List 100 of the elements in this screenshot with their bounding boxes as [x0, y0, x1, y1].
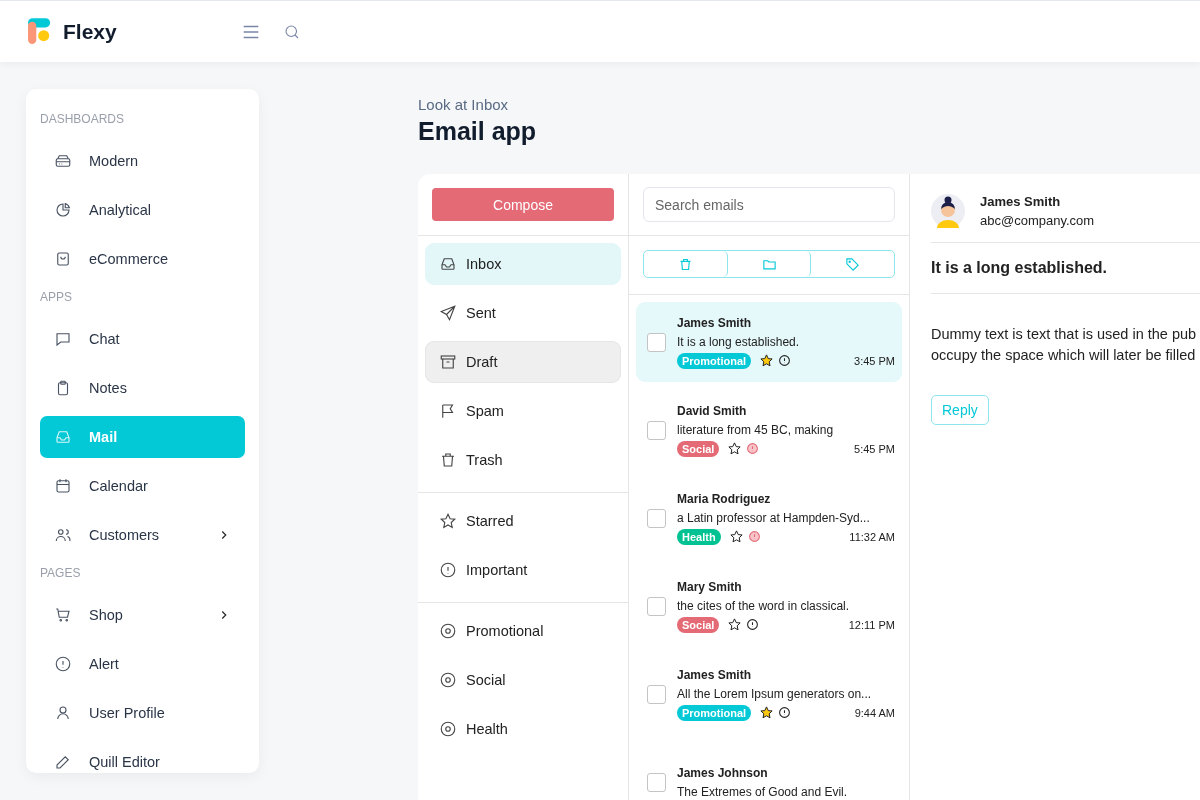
folder-item[interactable]: Important [425, 549, 621, 591]
calendar-icon [54, 477, 72, 495]
target-icon [439, 622, 457, 640]
sender-name: James Smith [980, 194, 1062, 209]
sidebar-item[interactable]: Analytical [40, 189, 245, 231]
sidebar-item[interactable]: Notes [40, 367, 245, 409]
alert-icon [54, 655, 72, 673]
alert-icon[interactable] [778, 706, 792, 719]
sidebar-item[interactable]: Quill Editor [40, 741, 245, 773]
flag-icon [439, 402, 457, 420]
email-body-line: Dummy text is text that is used in the pub [931, 325, 1198, 344]
email-row[interactable]: James Johnson The Extremes of Good and Evil. [636, 742, 902, 800]
star-icon[interactable] [759, 705, 775, 720]
email-time: 12:11 PM [848, 618, 895, 631]
checkbox[interactable] [647, 772, 666, 792]
trash-icon [439, 451, 457, 469]
target-icon [439, 671, 457, 689]
page-title: Email app [418, 117, 538, 146]
email-time: 5:45 PM [854, 442, 895, 455]
avatar [931, 194, 965, 228]
category-tag: Promotional [677, 352, 752, 369]
folder-item[interactable]: Starred [425, 500, 621, 542]
folder-item[interactable]: Draft [425, 341, 621, 383]
section-heading: PAGES [40, 565, 82, 582]
folder-item[interactable]: Sent [425, 292, 621, 334]
sidebar-item[interactable]: eCommerce [40, 238, 245, 280]
tag-icon [845, 256, 861, 272]
send-icon [439, 304, 457, 322]
email-row[interactable]: David Smith literature from 45 BC, making Social 5:45 PM [636, 390, 902, 470]
folder-item[interactable]: Promotional [425, 610, 621, 652]
folder-item[interactable]: Social [425, 659, 621, 701]
email-body-line: occupy the space which will later be filled [931, 346, 1197, 365]
sender-name: Maria Rodriguez [677, 491, 772, 506]
sidebar-item[interactable]: Modern [40, 140, 245, 182]
email-excerpt: literature from 45 BC, making [677, 422, 835, 437]
folder-item[interactable]: Inbox [425, 243, 621, 285]
email-time: 11:32 AM [849, 530, 895, 543]
sidebar-item[interactable]: Customers [40, 514, 245, 556]
star-icon[interactable] [727, 617, 743, 632]
sender-name: David Smith [677, 403, 748, 418]
sidebar-item[interactable]: User Profile [40, 692, 245, 734]
section-heading: APPS [40, 289, 73, 306]
alert-icon [439, 561, 457, 579]
star-icon[interactable] [759, 353, 775, 368]
bag-icon [54, 250, 72, 268]
email-time: 9:44 AM [854, 706, 895, 719]
email-excerpt: All the Lorem Ipsum generators on... [677, 686, 873, 701]
brand-name: Flexy [63, 19, 117, 44]
section-heading: DASHBOARDS [40, 111, 126, 128]
drive-icon [54, 152, 72, 170]
email-subject: It is a long established. [931, 243, 1200, 294]
folder-item[interactable]: Health [425, 708, 621, 750]
sender-name: James Smith [677, 315, 753, 330]
inbox-icon [439, 255, 457, 273]
email-row[interactable]: James Smith All the Lorem Ipsum generators on... Promotional 9:44 AM [636, 654, 902, 734]
page-subtitle: Look at Inbox [418, 96, 510, 113]
category-tag: Social [677, 616, 720, 633]
star-icon [439, 512, 457, 530]
sender-name: James Johnson [677, 765, 769, 780]
email-excerpt: a Latin professor at Hampden-Syd... [677, 510, 871, 525]
category-tag: Promotional [677, 704, 752, 721]
email-excerpt: The Extremes of Good and Evil. [677, 784, 849, 799]
search-icon[interactable] [282, 22, 301, 41]
checkbox[interactable] [647, 684, 666, 704]
sender-name: Mary Smith [677, 579, 743, 594]
email-excerpt: It is a long established. [677, 334, 801, 349]
target-icon [439, 720, 457, 738]
email-row[interactable]: James Smith It is a long established. Promotional 3:45 PM [636, 302, 902, 382]
checkbox[interactable] [647, 508, 666, 528]
sender-name: James Smith [677, 667, 753, 682]
users-icon [54, 526, 72, 544]
checkbox[interactable] [647, 420, 666, 440]
sidebar-item[interactable]: Shop [40, 594, 245, 636]
search-field[interactable]: Search emails [643, 187, 895, 222]
archive-icon [439, 353, 457, 371]
pie-chart-icon [54, 201, 72, 219]
category-tag: Health [677, 528, 721, 545]
cart-icon [54, 606, 72, 624]
delete-button[interactable] [644, 251, 728, 277]
sidebar-item[interactable]: Calendar [40, 465, 245, 507]
email-excerpt: the cites of the word in classical. [677, 598, 851, 613]
sidebar-item[interactable]: Alert [40, 643, 245, 685]
alert-icon[interactable] [746, 618, 760, 631]
star-icon[interactable] [728, 529, 744, 544]
email-row[interactable]: Maria Rodriguez a Latin professor at Hampden-Syd... Health 11:32 AM [636, 478, 902, 558]
email-time: 3:45 PM [854, 354, 895, 367]
checkbox[interactable] [647, 332, 666, 352]
user-icon [54, 704, 72, 722]
edit-icon [54, 753, 72, 771]
checkbox[interactable] [647, 596, 666, 616]
folder-item[interactable]: Spam [425, 390, 621, 432]
chat-icon [54, 330, 72, 348]
email-row[interactable]: Mary Smith the cites of the word in classical. Social 12:11 PM [636, 566, 902, 646]
alert-icon[interactable] [778, 354, 792, 367]
category-tag: Social [677, 440, 720, 457]
folder-item[interactable]: Trash [425, 439, 621, 481]
sender-email: abc@company.com [980, 213, 1095, 228]
logo-icon [28, 17, 52, 46]
star-icon[interactable] [727, 441, 743, 456]
sidebar-item[interactable]: Chat [40, 318, 245, 360]
